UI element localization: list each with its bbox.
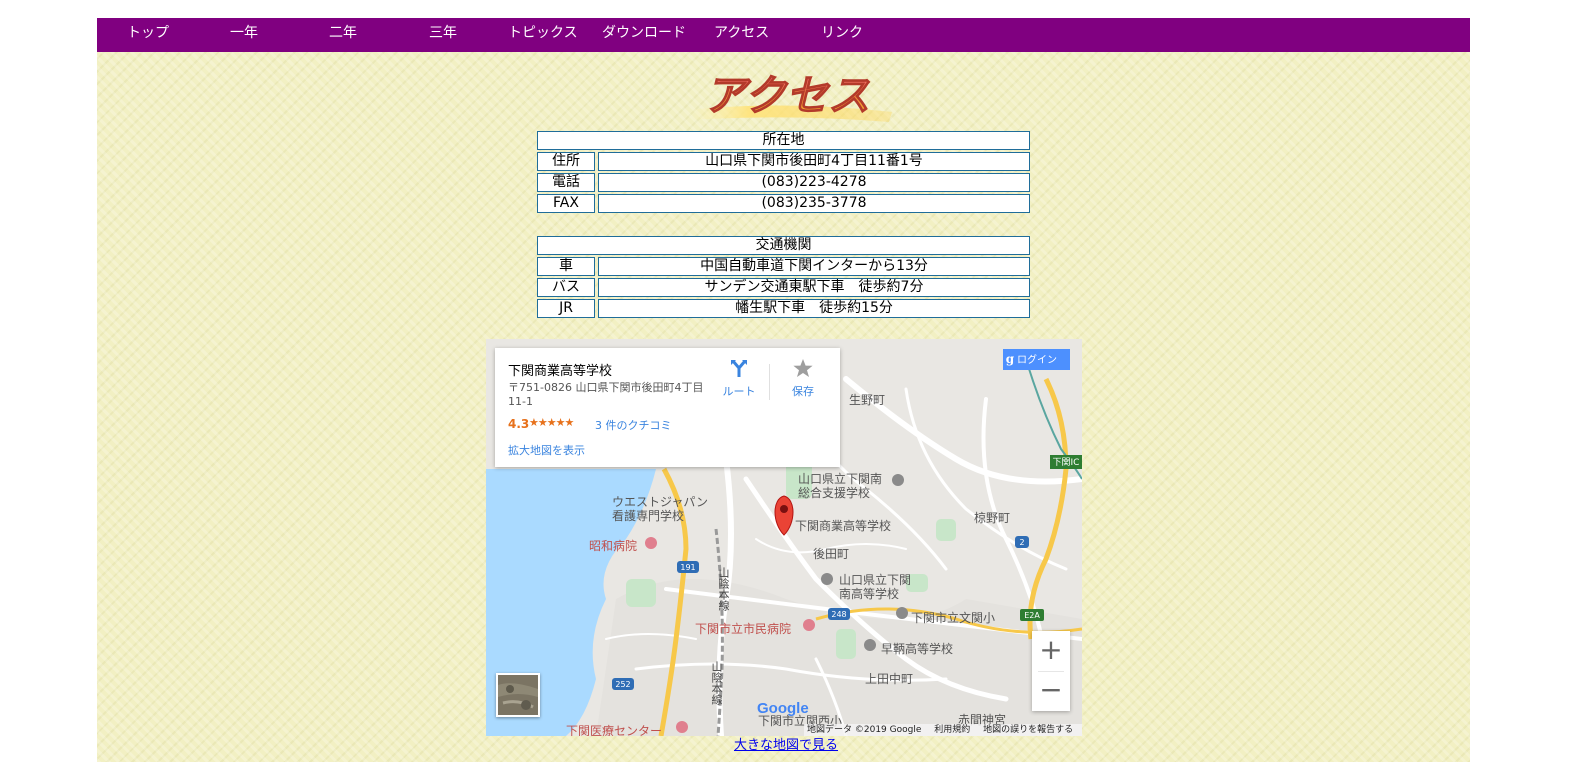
map-attribution: 地図データ ©2019 Google 利用規約 地図の誤りを報告する: [804, 724, 1082, 736]
directions-icon: [731, 360, 747, 377]
hospital-pin-icon[interactable]: [803, 619, 815, 631]
location-header: 所在地: [537, 131, 1030, 150]
nav-item-download[interactable]: ダウンロード: [602, 18, 686, 52]
map-label: 椋野町: [974, 511, 1011, 525]
place-rating: 4.3: [508, 417, 530, 431]
google-login-button[interactable]: g ログイン: [1003, 349, 1070, 370]
location-key-phone: 電話: [537, 173, 595, 192]
login-label: ログイン: [1017, 355, 1057, 366]
google-logo-text: Google: [757, 700, 809, 717]
location-value-phone: (083)223-4278: [598, 173, 1030, 192]
route-shield-label: 2: [1019, 538, 1024, 547]
view-larger-map-link[interactable]: 拡大地図を表示: [508, 442, 585, 458]
map-label-railway: 山陰本線: [710, 661, 723, 705]
school-pin-icon[interactable]: [896, 607, 908, 619]
map-label: 早鞆高等学校: [881, 642, 954, 656]
zoom-out-button[interactable]: −: [1032, 671, 1070, 711]
location-table: 所在地 住所 山口県下関市後田町4丁目11番1号 電話 (083)223-427…: [537, 129, 1030, 215]
zoom-in-button[interactable]: +: [1032, 631, 1070, 671]
nav-item-top[interactable]: トップ: [127, 18, 169, 52]
embedded-map[interactable]: 191 248 252 2 E2A 下関IC 生野町 山口県立下関南 総合支援学…: [486, 339, 1082, 736]
place-info-card: 下関商業高等学校 〒751-0826 山口県下関市後田町4丁目11-1 4.3 …: [495, 348, 840, 467]
route-shield-label: 248: [831, 610, 846, 619]
map-label-railway: 山陰本線: [717, 567, 730, 611]
transport-value-jr: 幡生駅下車 徒歩約15分: [598, 299, 1030, 318]
transport-table: 交通機関 車 中国自動車道下関インターから13分 バス サンデン交通東駅下車 徒…: [537, 234, 1030, 320]
save-button[interactable]: 保存: [783, 358, 823, 399]
map-label: 後田町: [813, 547, 850, 561]
map-label: 下関市立市民病院: [695, 622, 792, 636]
map-label: 上田中町: [865, 672, 914, 686]
top-navigation: トップ 一年 二年 三年 トピックス ダウンロード アクセス リンク: [97, 18, 1470, 52]
location-key-fax: FAX: [537, 194, 595, 213]
map-label: 下関市立文関小: [911, 611, 996, 625]
nav-item-links[interactable]: リンク: [821, 18, 863, 52]
school-pin-icon[interactable]: [821, 573, 833, 585]
nav-item-third-year[interactable]: 三年: [429, 18, 457, 52]
terms-link[interactable]: 利用規約: [934, 725, 970, 735]
map-park: [836, 629, 856, 659]
reviews-link[interactable]: 3 件のクチコミ: [595, 417, 672, 433]
directions-button[interactable]: ルート: [717, 358, 761, 399]
transport-key-car: 車: [537, 257, 595, 276]
transport-value-bus: サンデン交通東駅下車 徒歩約7分: [598, 278, 1030, 297]
larger-map-link[interactable]: 大きな地図で見る: [734, 734, 838, 753]
hospital-pin-icon[interactable]: [645, 537, 657, 549]
google-g-icon: g: [1005, 352, 1015, 366]
transport-header: 交通機関: [537, 236, 1030, 255]
satellite-view-toggle[interactable]: [496, 673, 540, 717]
save-label: 保存: [792, 385, 814, 398]
rating-stars-icon: ★★★★★: [529, 416, 574, 429]
hospital-pin-icon[interactable]: [676, 721, 688, 733]
map-label: 南高等学校: [839, 587, 900, 601]
school-pin-icon[interactable]: [864, 639, 876, 651]
ic-label: 下関IC: [1053, 457, 1080, 468]
transport-key-bus: バス: [537, 278, 595, 297]
page-title-logo: アクセス: [687, 70, 892, 122]
nav-item-topics[interactable]: トピックス: [508, 18, 578, 52]
map-label: 生野町: [849, 393, 886, 407]
nav-item-second-year[interactable]: 二年: [329, 18, 357, 52]
star-icon: [793, 359, 813, 377]
directions-label: ルート: [722, 385, 756, 398]
nav-item-access[interactable]: アクセス: [714, 18, 769, 52]
map-label-marker: 下関商業高等学校: [795, 519, 892, 533]
map-label: 総合支援学校: [798, 486, 871, 500]
transport-key-jr: JR: [537, 299, 595, 318]
map-label: 下関医療センター: [566, 724, 663, 736]
location-value-fax: (083)235-3778: [598, 194, 1030, 213]
card-divider: [769, 364, 770, 400]
transport-value-car: 中国自動車道下関インターから13分: [598, 257, 1030, 276]
page-title: アクセス: [704, 71, 870, 120]
map-highway-e2a: [1027, 377, 1069, 640]
map-park: [626, 579, 656, 607]
location-value-address: 山口県下関市後田町4丁目11番1号: [598, 152, 1030, 171]
place-name: 下関商業高等学校: [508, 364, 613, 379]
school-pin-icon[interactable]: [892, 474, 904, 486]
map-label: 看護専門学校: [612, 509, 685, 523]
route-shield-label: 252: [615, 680, 630, 689]
route-shield-label: 191: [680, 563, 695, 572]
map-park: [936, 519, 956, 541]
satellite-thumbnail-icon: [498, 675, 538, 715]
page-container: トップ 一年 二年 三年 トピックス ダウンロード アクセス リンク アクセス …: [97, 18, 1470, 762]
place-address: 〒751-0826 山口県下関市後田町4丁目11-1: [508, 381, 704, 408]
zoom-controls: + −: [1032, 631, 1070, 711]
google-logo: Google: [757, 700, 809, 717]
route-shield-label: E2A: [1024, 611, 1040, 620]
nav-item-first-year[interactable]: 一年: [230, 18, 258, 52]
location-key-address: 住所: [537, 152, 595, 171]
map-label: 昭和病院: [589, 539, 638, 553]
report-error-link[interactable]: 地図の誤りを報告する: [983, 725, 1073, 735]
